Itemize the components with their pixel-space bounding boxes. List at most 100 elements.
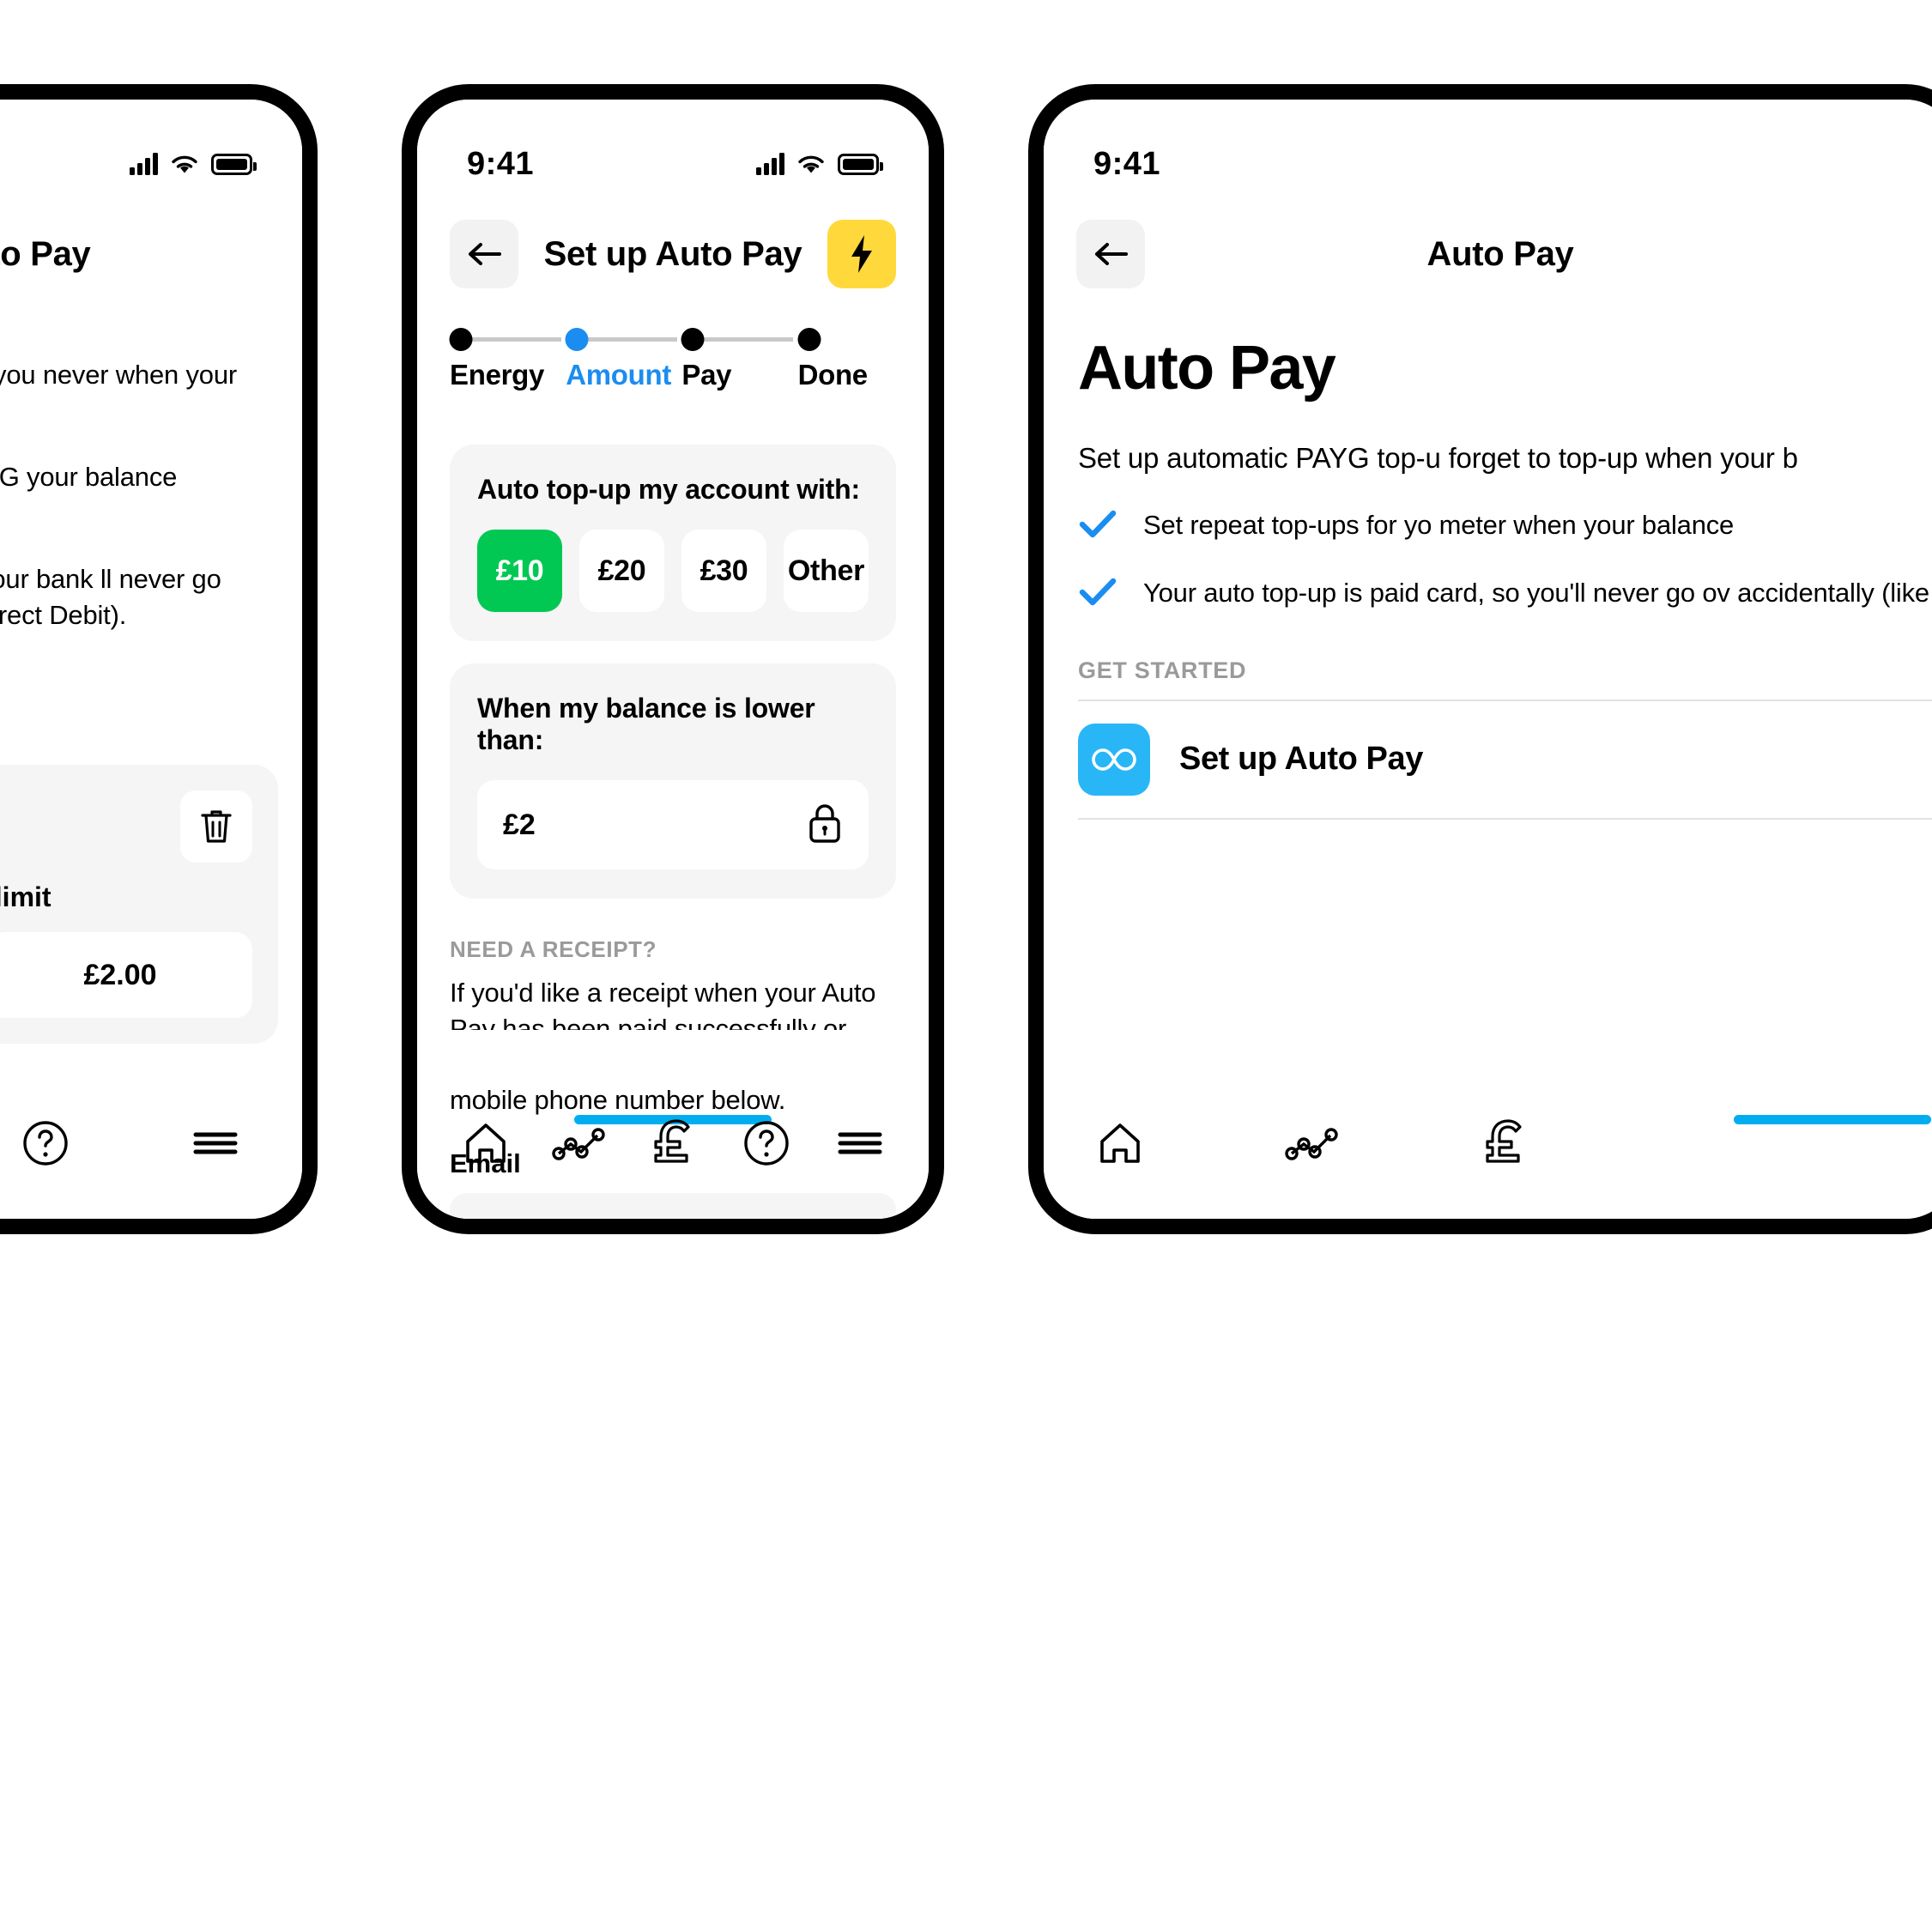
- phone-middle: 9:41 Set up Auto Pay Energy Amount Pay D…: [402, 84, 944, 1234]
- balance-threshold-card: When my balance is lower than: £2: [450, 663, 896, 899]
- amount-option-20[interactable]: £20: [579, 530, 664, 612]
- stepper-label-pay: Pay: [681, 359, 732, 391]
- stepper-dot-pay[interactable]: [681, 328, 705, 351]
- back-button[interactable]: [450, 220, 518, 288]
- balance-threshold-field[interactable]: £2: [477, 780, 869, 869]
- help-icon: [23, 1121, 68, 1166]
- wifi-icon: [796, 153, 826, 175]
- credit-limit-value[interactable]: £2.00: [0, 932, 252, 1018]
- phone-left-screen: Auto Pay c PAYG top-ups so you never whe…: [0, 100, 302, 1219]
- intro-text-right: Set up automatic PAYG top-u forget to to…: [1078, 442, 1798, 474]
- tab-menu-left[interactable]: [177, 1105, 254, 1182]
- auto-topup-title: Auto top-up my account with:: [477, 474, 860, 505]
- nav-bar-right: Auto Pay: [1044, 194, 1932, 314]
- amount-options: £10 £20 £30 Other: [477, 530, 869, 612]
- status-bar-left: [0, 100, 302, 194]
- balance-threshold-value: £2: [503, 808, 536, 841]
- home-icon: [466, 1123, 506, 1163]
- benefit-item-1: Set repeat top-ups for yo meter when you…: [1078, 506, 1932, 545]
- phone-right: 9:41 Auto Pay Auto Pay Set up automatic …: [1028, 84, 1932, 1234]
- left-paragraph-1: c PAYG top-ups so you never when your ba…: [0, 360, 238, 390]
- stepper-line-1: [463, 337, 561, 342]
- tab-home-right[interactable]: [1081, 1105, 1159, 1182]
- stepper-track: [449, 324, 896, 354]
- menu-icon: [838, 1132, 882, 1154]
- tab-bar-right: [1044, 1090, 1932, 1219]
- right-content: Auto Pay Set up automatic PAYG top-u for…: [1078, 333, 1932, 820]
- back-button-right[interactable]: [1076, 220, 1145, 288]
- arrow-left-icon: [469, 243, 501, 265]
- lightning-bolt-icon: [851, 235, 872, 273]
- phone-right-screen: 9:41 Auto Pay Auto Pay Set up automatic …: [1044, 100, 1932, 1219]
- stepper-label-done: Done: [797, 359, 869, 391]
- stepper-label-energy: Energy: [450, 359, 545, 391]
- credit-limit-label: Credit limit: [0, 881, 51, 912]
- receipt-kicker: NEED A RECEIPT?: [450, 936, 657, 962]
- nav-bar-left: Auto Pay: [0, 194, 302, 314]
- status-icons: [130, 153, 257, 175]
- phone-middle-screen: 9:41 Set up Auto Pay Energy Amount Pay D…: [417, 100, 929, 1219]
- tab-bar-left: [0, 1090, 302, 1219]
- tab-usage-middle[interactable]: [541, 1105, 618, 1182]
- trash-icon: [201, 810, 232, 843]
- stepper-line-2: [578, 337, 678, 342]
- left-content: c PAYG top-ups so you never when your ba…: [0, 357, 268, 633]
- tab-menu-middle[interactable]: [821, 1105, 899, 1182]
- tabbar-mask: [417, 1030, 929, 1090]
- progress-stepper: Energy Amount Pay Done: [449, 324, 896, 391]
- credit-limit-row: £2.00: [0, 932, 252, 1018]
- tab-bar-middle: [417, 1090, 929, 1219]
- battery-icon: [211, 153, 257, 175]
- wifi-icon: [170, 153, 199, 175]
- lock-icon: [807, 802, 843, 849]
- status-icons-middle: [756, 153, 883, 175]
- signal-icon: [756, 153, 784, 175]
- stepper-dot-amount[interactable]: [565, 328, 589, 351]
- phone-left: Auto Pay c PAYG top-ups so you never whe…: [0, 84, 318, 1234]
- stepper-label-amount: Amount: [566, 359, 672, 391]
- status-bar-middle: 9:41: [417, 100, 929, 194]
- infinity-icon: [1078, 723, 1150, 796]
- credit-limit-card: Credit limit £2.00: [0, 765, 278, 1044]
- list-item-label: Set up Auto Pay: [1179, 741, 1423, 778]
- nav-title-left: Auto Pay: [0, 234, 91, 273]
- left-paragraph-2: op-ups for your PAYG your balance reache…: [0, 462, 178, 493]
- help-icon: [744, 1121, 789, 1166]
- benefit-text-1: Set repeat top-ups for yo meter when you…: [1143, 509, 1735, 540]
- amount-option-10[interactable]: £10: [477, 530, 562, 612]
- stepper-dot-energy[interactable]: [449, 328, 473, 351]
- tab-payments-middle[interactable]: [634, 1105, 712, 1182]
- pound-icon: [1486, 1119, 1522, 1163]
- check-icon: [1078, 506, 1117, 545]
- pound-icon: [654, 1119, 690, 1163]
- amount-option-30[interactable]: £30: [681, 530, 766, 612]
- nav-title-right: Auto Pay: [1426, 234, 1574, 273]
- auto-topup-card: Auto top-up my account with: £10 £20 £30…: [450, 445, 896, 641]
- delete-button[interactable]: [180, 790, 252, 863]
- arrow-left-icon: [1095, 243, 1128, 265]
- usage-graph-icon: [1285, 1128, 1338, 1160]
- stepper-dot-done[interactable]: [797, 328, 821, 351]
- tab-usage-right[interactable]: [1274, 1105, 1351, 1182]
- usage-graph-icon: [552, 1128, 605, 1160]
- status-time-middle: 9:41: [467, 145, 535, 182]
- status-bar-right: 9:41: [1044, 100, 1932, 194]
- left-paragraph-3: op-up is paid with your bank ll never go…: [0, 564, 221, 630]
- screenshot-canvas: Auto Pay c PAYG top-ups so you never whe…: [0, 0, 1932, 1932]
- tab-payments-right[interactable]: [1466, 1105, 1543, 1182]
- list-item-set-up-auto-pay[interactable]: Set up Auto Pay: [1078, 699, 1932, 820]
- amount-option-other[interactable]: Other: [784, 530, 869, 612]
- tab-help-left[interactable]: [7, 1105, 84, 1182]
- menu-icon: [193, 1132, 238, 1154]
- status-time-right: 9:41: [1093, 145, 1161, 182]
- tab-home-middle[interactable]: [447, 1105, 524, 1182]
- get-started-kicker: GET STARTED: [1078, 657, 1247, 683]
- benefit-item-2: Your auto top-up is paid card, so you'll…: [1078, 574, 1932, 613]
- boost-button[interactable]: [827, 220, 896, 288]
- tab-help-middle[interactable]: [728, 1105, 805, 1182]
- page-title-right: Auto Pay: [1078, 334, 1336, 403]
- battery-icon: [838, 153, 883, 175]
- home-icon: [1100, 1123, 1140, 1163]
- nav-title-middle: Set up Auto Pay: [543, 234, 802, 273]
- benefit-text-2: Your auto top-up is paid card, so you'll…: [1143, 577, 1932, 608]
